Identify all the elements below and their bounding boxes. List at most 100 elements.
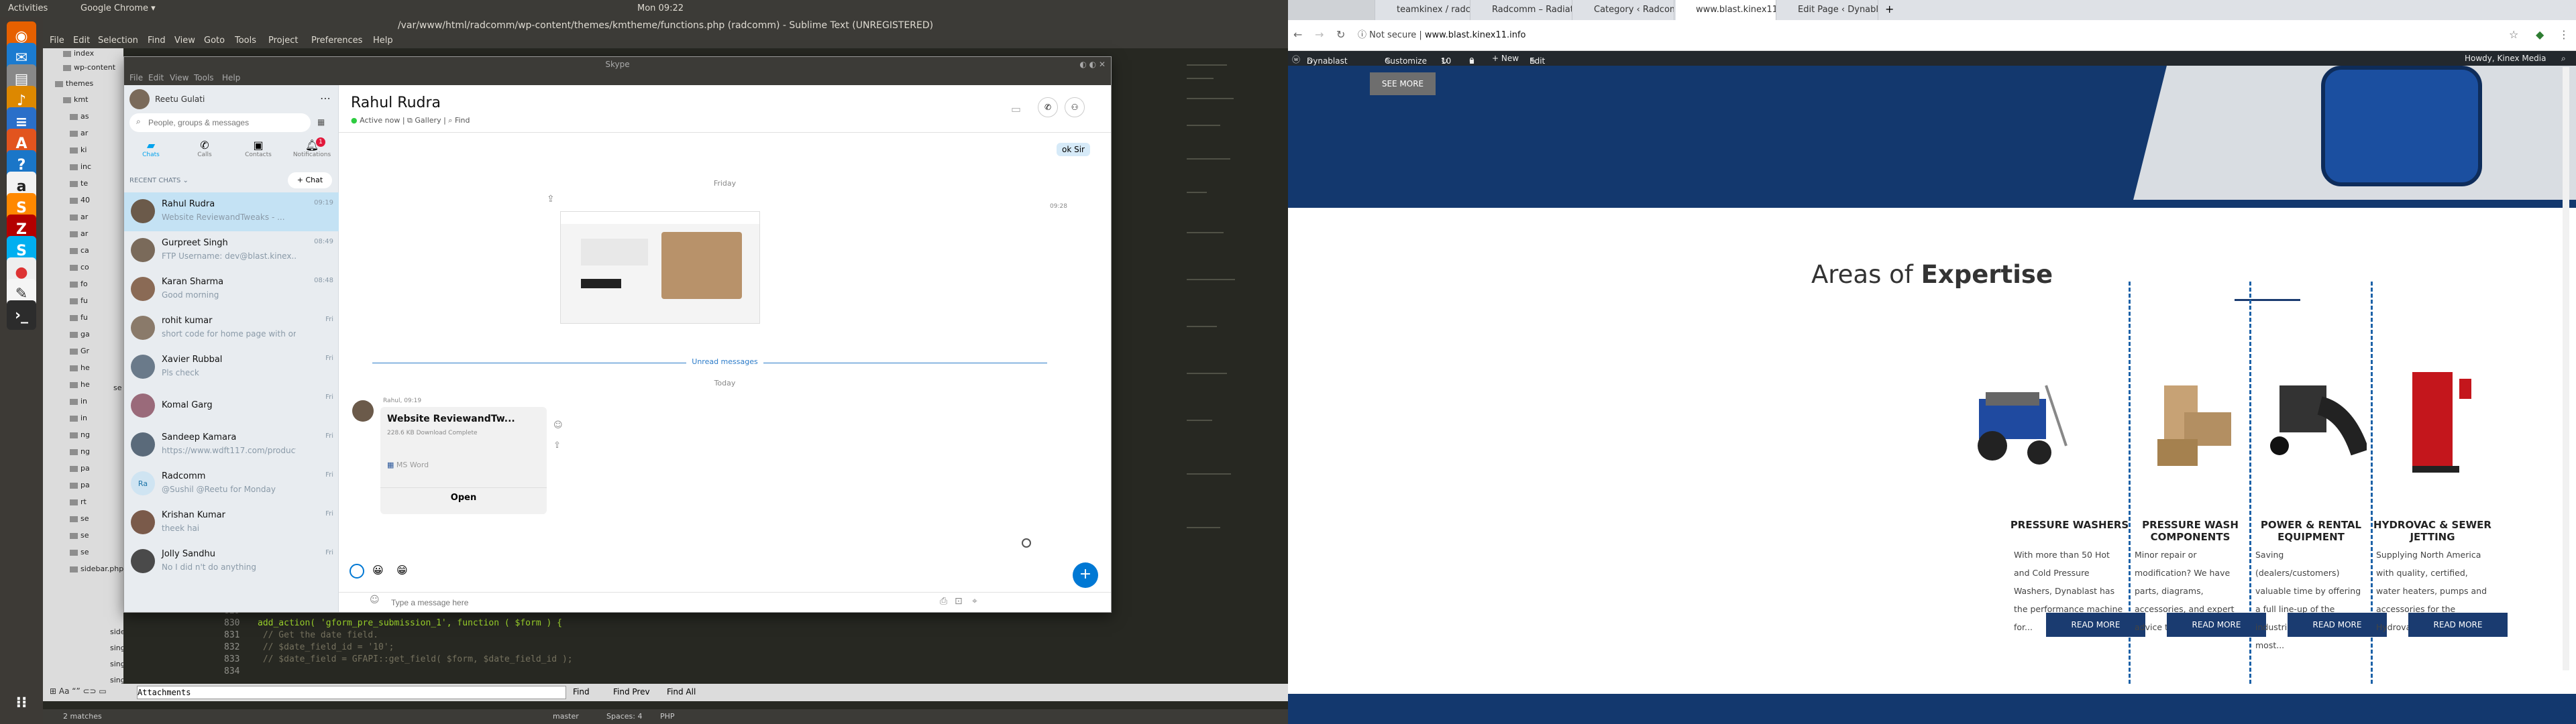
recent-chats-label[interactable]: RECENT CHATS ⌄: [129, 177, 189, 184]
menu-file[interactable]: File: [129, 73, 143, 82]
find-input[interactable]: [137, 686, 566, 699]
menu-preferences[interactable]: Preferences: [311, 36, 362, 46]
menu-icon[interactable]: ⋮: [2559, 28, 2569, 41]
menu-find[interactable]: Find: [148, 36, 166, 46]
menu-view[interactable]: View: [170, 73, 189, 82]
show-apps-icon[interactable]: ⁝⁝: [7, 688, 36, 717]
new-tab-icon[interactable]: +: [1885, 3, 1894, 15]
chat-item[interactable]: Ra Radcomm @Sushil @Reetu for Monday Fri: [124, 465, 339, 503]
tab-notifications[interactable]: 🔔︎ Notifications 1: [285, 137, 339, 158]
status-spaces[interactable]: Spaces: 4: [606, 712, 642, 721]
chat-item[interactable]: rohit kumar short code for home page with…: [124, 309, 339, 348]
tab-contacts[interactable]: ▣ Contacts: [231, 139, 285, 158]
menu-project[interactable]: Project: [268, 36, 298, 46]
sidebar-folder[interactable]: Gr: [70, 347, 89, 355]
avatar[interactable]: [352, 400, 374, 422]
wp-howdy[interactable]: Howdy, Kinex Media: [2465, 54, 2546, 63]
menu-help[interactable]: Help: [373, 36, 393, 46]
image-icon[interactable]: ⊡: [955, 596, 963, 607]
attach-file-icon[interactable]: ⎙: [940, 596, 947, 607]
sidebar-folder[interactable]: 40: [70, 196, 90, 204]
sidebar-folder[interactable]: ar: [70, 229, 88, 238]
menu-edit[interactable]: Edit: [73, 36, 90, 46]
tab[interactable]: Category ‹ Radcomm — ...: [1574, 0, 1674, 20]
menu-edit[interactable]: Edit: [148, 73, 164, 82]
sidebar-folder[interactable]: se: [70, 548, 89, 556]
emoji-icon[interactable]: 😁: [396, 564, 408, 577]
sidebar-folder[interactable]: ng: [70, 430, 90, 439]
status-syntax[interactable]: PHP: [660, 712, 675, 721]
sidebar-folder[interactable]: te: [70, 179, 88, 188]
menu-goto[interactable]: Goto: [204, 36, 225, 46]
sidebar-folder[interactable]: ki: [70, 145, 87, 154]
sidebar-folder[interactable]: fo: [70, 280, 88, 288]
chat-item[interactable]: Gurpreet Singh FTP Username: dev@blast.ki…: [124, 231, 339, 270]
window-controls[interactable]: ◐ ◐ ✕: [1079, 60, 1106, 69]
sidebar-folder[interactable]: inc: [70, 162, 91, 171]
sidebar-folder[interactable]: fu: [70, 296, 88, 305]
sidebar-folder[interactable]: as: [70, 112, 89, 121]
sidebar-folder[interactable]: ar: [70, 129, 88, 137]
sidebar-folder[interactable]: rt: [70, 497, 87, 506]
find-link[interactable]: ⌕ Find: [448, 116, 470, 125]
sidebar-folder[interactable]: se: [70, 531, 89, 540]
chat-item[interactable]: Karan Sharma Good morning 08:48: [124, 270, 339, 309]
message-input[interactable]: [391, 595, 727, 611]
find-button[interactable]: Find: [573, 687, 590, 697]
sidebar-file[interactable]: sidebar.php: [110, 627, 123, 636]
sidebar-file[interactable]: se: [113, 383, 122, 392]
sidebar-folder[interactable]: pa: [70, 464, 90, 473]
location-icon[interactable]: ⌖: [972, 596, 977, 607]
phone-icon[interactable]: ✆: [1038, 97, 1058, 117]
sidebar-folder[interactable]: ga: [70, 330, 90, 339]
message-bubble[interactable]: ok Sir: [1057, 143, 1090, 156]
gallery-link[interactable]: ⧉ Gallery: [407, 116, 441, 125]
dialpad-icon[interactable]: ▦: [317, 117, 325, 127]
extension-icon[interactable]: ◆: [2536, 28, 2544, 41]
menu-help[interactable]: Help: [222, 73, 240, 82]
sidebar-folder[interactable]: pa: [70, 481, 90, 489]
star-icon[interactable]: ☆: [2509, 28, 2518, 41]
activities-button[interactable]: Activities: [8, 3, 48, 13]
read-more-button[interactable]: READ MORE: [2408, 613, 2508, 637]
new-chat-button[interactable]: + Chat: [288, 172, 332, 188]
wp-new[interactable]: + New: [1492, 54, 1519, 63]
wp-logo-icon[interactable]: ⓦ: [1292, 54, 1300, 65]
sidebar-folder[interactable]: ar: [70, 213, 88, 221]
tab-calls[interactable]: ✆ Calls: [178, 139, 231, 158]
tab-hidden[interactable]: [1288, 0, 1375, 20]
search-input[interactable]: [148, 116, 303, 129]
sidebar-folder[interactable]: he: [70, 363, 90, 372]
menu-view[interactable]: View: [174, 36, 195, 46]
back-icon[interactable]: ←: [1293, 28, 1302, 41]
image-attachment[interactable]: [560, 211, 760, 324]
video-call-icon[interactable]: ▭: [1011, 103, 1021, 115]
read-more-button[interactable]: READ MORE: [2288, 613, 2387, 637]
menu-selection[interactable]: Selection: [98, 36, 138, 46]
code-minimap[interactable]: [1183, 58, 1250, 594]
find-options-icon[interactable]: ⊞ Aa “” ⊂⊃ ▭: [50, 686, 107, 696]
chat-item[interactable]: Jolly Sandhu No I did n't do anything Fri: [124, 542, 339, 581]
add-person-icon[interactable]: ⚇: [1065, 97, 1085, 117]
contact-name[interactable]: Rahul Rudra: [351, 95, 441, 111]
sidebar-folder[interactable]: fu: [70, 313, 88, 322]
sidebar-folder[interactable]: co: [70, 263, 89, 272]
emoji-reaction-icon[interactable]: ☺: [553, 420, 563, 430]
forward-icon[interactable]: ⇪: [547, 194, 555, 204]
find-prev-button[interactable]: Find Prev: [613, 687, 650, 697]
status-branch[interactable]: master: [553, 712, 579, 721]
sidebar-folder[interactable]: ca: [70, 246, 89, 255]
forward-icon[interactable]: ⇪: [553, 440, 561, 450]
clock[interactable]: Mon 09:22: [637, 3, 684, 13]
sidebar-folder[interactable]: in: [70, 414, 87, 422]
sidebar-folder[interactable]: sidebar.php: [70, 564, 123, 573]
sidebar-folder[interactable]: themes: [55, 79, 93, 88]
tab[interactable]: www.blast.kinex11.info: [1676, 0, 1776, 20]
chat-item[interactable]: Krishan Kumar theek hai Fri: [124, 503, 339, 542]
reload-icon[interactable]: ↻: [1336, 28, 1345, 41]
sidebar-folder[interactable]: ng: [70, 447, 90, 456]
find-all-button[interactable]: Find All: [667, 687, 696, 697]
search-icon[interactable]: ⌕: [2561, 54, 2566, 64]
add-content-button[interactable]: +: [1073, 562, 1098, 588]
sidebar-folder[interactable]: se: [70, 514, 89, 523]
